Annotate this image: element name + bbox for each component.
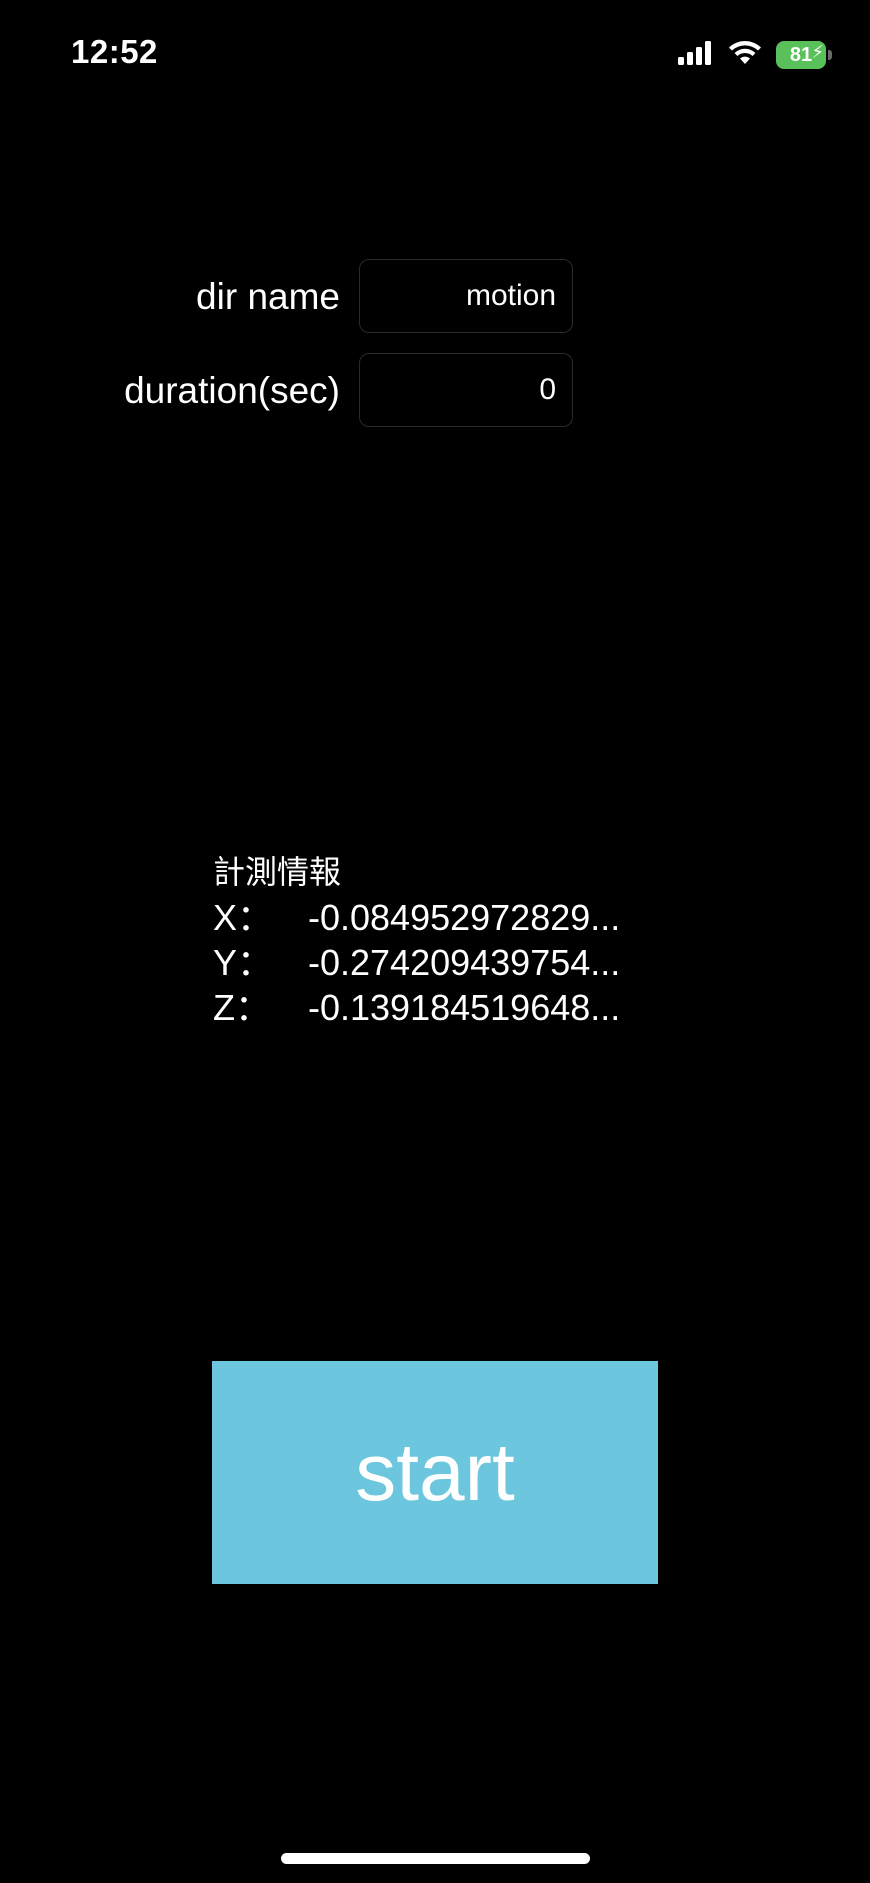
duration-field[interactable]: 0 <box>359 353 573 427</box>
duration-label: duration(sec) <box>124 370 340 411</box>
axis-key: Z： <box>213 987 271 1028</box>
wifi-icon <box>728 40 762 71</box>
measurement-row-z: Z： -0.139184519648... <box>213 985 620 1030</box>
axis-value: -0.274209439754... <box>308 942 621 983</box>
battery-level: 81 <box>789 43 813 66</box>
cellular-signal-icon <box>678 40 714 70</box>
axis-key: X： <box>213 897 274 938</box>
axis-value: -0.139184519648... <box>308 987 621 1028</box>
start-button[interactable]: start <box>212 1361 658 1584</box>
charging-bolt-icon: ⚡ <box>811 42 824 62</box>
battery-cap <box>828 50 832 60</box>
status-icons: 81 ⚡ <box>678 38 832 72</box>
measurement-info: 計測情報 X： -0.084952972829... Y： -0.2742094… <box>213 850 620 1030</box>
measurement-title: 計測情報 <box>213 853 342 891</box>
dir-name-field[interactable]: motion <box>359 259 573 333</box>
measurement-row-x: X： -0.084952972829... <box>213 895 620 940</box>
status-time: 12:52 <box>71 33 158 70</box>
axis-key: Y： <box>213 942 274 983</box>
home-indicator[interactable] <box>281 1853 590 1864</box>
dir-name-label: dir name <box>196 276 340 317</box>
battery-icon: 81 ⚡ <box>776 41 832 69</box>
axis-value: -0.084952972829... <box>308 897 621 938</box>
measurement-row-y: Y： -0.274209439754... <box>213 940 620 985</box>
